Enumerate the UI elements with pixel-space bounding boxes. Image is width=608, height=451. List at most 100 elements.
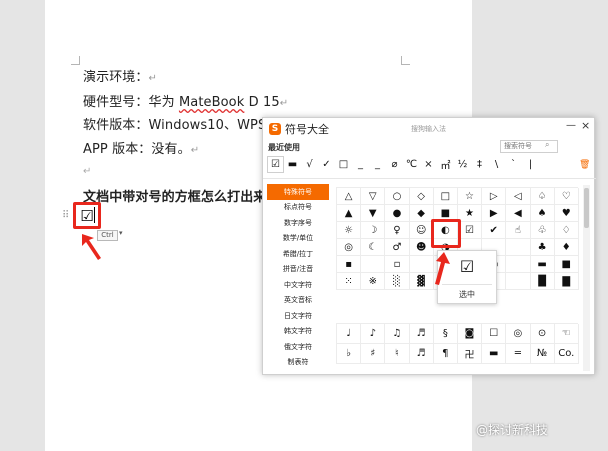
recent-symbol[interactable]: `	[505, 156, 522, 173]
recent-symbol[interactable]: \	[488, 156, 505, 173]
symbol-cell[interactable]: ☾	[361, 239, 386, 256]
symbol-cell[interactable]: □	[433, 188, 458, 205]
select-button[interactable]: 选中	[438, 289, 496, 300]
symbol-cell[interactable]: ♬	[409, 344, 434, 364]
symbol-cell[interactable]: ◀	[506, 205, 531, 222]
symbol-cell[interactable]: ♮	[385, 344, 410, 364]
symbol-cell[interactable]: ♭	[337, 344, 362, 364]
recent-symbol[interactable]: ☑	[267, 156, 284, 173]
close-button[interactable]: ×	[581, 119, 590, 132]
symbol-cell[interactable]: ♠	[530, 205, 555, 222]
category-item[interactable]: 制表符	[267, 355, 329, 371]
recent-symbol[interactable]: |	[522, 156, 539, 173]
symbol-cell[interactable]: △	[337, 188, 362, 205]
category-item[interactable]: 数学/单位	[267, 231, 329, 247]
symbol-cell[interactable]: █	[530, 273, 555, 290]
drag-handle-icon[interactable]: ⠿	[62, 210, 69, 221]
symbol-cell[interactable]: ☆	[457, 188, 483, 205]
category-item[interactable]: 希腊/拉丁	[267, 246, 329, 262]
symbol-cell[interactable]: ▇	[554, 273, 579, 290]
symbol-cell[interactable]: ═	[506, 344, 531, 364]
recent-symbol[interactable]: √	[301, 156, 318, 173]
recent-symbol[interactable]: ℃	[403, 156, 420, 173]
symbol-cell[interactable]: ♪	[361, 324, 386, 344]
symbol-cell[interactable]: ▽	[361, 188, 386, 205]
symbol-cell[interactable]: ♡	[554, 188, 579, 205]
symbol-cell[interactable]: ○	[385, 188, 410, 205]
symbol-cell[interactable]: ☐	[482, 324, 507, 344]
symbol-cell[interactable]: ▬	[530, 256, 555, 273]
symbol-cell[interactable]: ⊙	[530, 324, 555, 344]
recent-symbol[interactable]: ㎡	[437, 156, 454, 173]
symbol-cell[interactable]: 卍	[457, 344, 483, 364]
symbol-cell[interactable]: ♦	[554, 239, 579, 256]
symbol-cell[interactable]: ◇	[409, 188, 434, 205]
minimize-button[interactable]: —	[566, 120, 576, 131]
symbol-cell[interactable]: ▪	[337, 256, 362, 273]
symbol-cell[interactable]: ♣	[530, 239, 555, 256]
recent-symbol[interactable]: ⌀	[386, 156, 403, 173]
search-icon[interactable]: ⌕	[545, 140, 549, 150]
symbol-cell[interactable]: ⁙	[337, 273, 362, 290]
category-item[interactable]: 俄文字符	[267, 339, 329, 355]
symbol-cell[interactable]	[506, 239, 531, 256]
trash-icon[interactable]: 🗑	[579, 160, 590, 170]
symbol-cell[interactable]: ★	[457, 205, 483, 222]
symbol-cell[interactable]: ♀	[385, 222, 410, 239]
symbol-cell[interactable]: ░	[385, 273, 410, 290]
symbol-cell[interactable]: ♤	[530, 188, 555, 205]
symbol-cell[interactable]: ♯	[361, 344, 386, 364]
symbol-cell[interactable]: ◎	[337, 239, 362, 256]
symbol-cell[interactable]: ▷	[482, 188, 507, 205]
chevron-down-icon[interactable]: ▾	[119, 229, 123, 237]
recent-symbol[interactable]: ×	[420, 156, 437, 173]
symbol-cell[interactable]: ●	[385, 205, 410, 222]
symbol-cell[interactable]	[506, 273, 531, 290]
recent-symbol[interactable]: ‡	[471, 156, 488, 173]
category-item[interactable]: 英文音标	[267, 293, 329, 309]
scrollbar-thumb[interactable]	[584, 188, 589, 228]
recent-symbol[interactable]: □	[335, 156, 352, 173]
category-item[interactable]: 日文字符	[267, 308, 329, 324]
symbol-cell[interactable]	[361, 256, 386, 273]
symbol-cell[interactable]: ♧	[530, 222, 555, 239]
symbol-cell[interactable]: §	[433, 324, 458, 344]
symbol-cell[interactable]: ☼	[337, 222, 362, 239]
symbol-cell[interactable]: ▼	[361, 205, 386, 222]
symbol-cell[interactable]: ¶	[433, 344, 458, 364]
recent-symbol[interactable]: ✓	[318, 156, 335, 173]
category-item[interactable]: 中文字符	[267, 277, 329, 293]
symbol-cell[interactable]: ♩	[337, 324, 362, 344]
checked-box-symbol[interactable]: ☑	[80, 207, 93, 225]
symbol-cell[interactable]: ♂	[385, 239, 410, 256]
symbol-cell[interactable]: Co.	[554, 344, 579, 364]
symbol-cell[interactable]: ▫	[385, 256, 410, 273]
symbol-cell[interactable]: ♥	[554, 205, 579, 222]
symbol-cell[interactable]: ▬	[482, 344, 507, 364]
category-item[interactable]: 韩文字符	[267, 324, 329, 340]
symbol-cell[interactable]: ◎	[506, 324, 531, 344]
symbol-cell[interactable]: ▲	[337, 205, 362, 222]
symbol-cell[interactable]: ☜	[554, 324, 579, 344]
category-item[interactable]: 拼音/注音	[267, 262, 329, 278]
category-item[interactable]: 标点符号	[267, 200, 329, 216]
recent-symbol[interactable]: ½	[454, 156, 471, 173]
symbol-cell[interactable]: ☽	[361, 222, 386, 239]
symbol-cell[interactable]: ■	[554, 256, 579, 273]
category-item[interactable]: 数字序号	[267, 215, 329, 231]
symbol-cell[interactable]: ♫	[385, 324, 410, 344]
symbol-cell[interactable]: ☝	[506, 222, 531, 239]
symbol-cell[interactable]: ◁	[506, 188, 531, 205]
symbol-cell[interactable]: ◙	[457, 324, 483, 344]
recent-symbol[interactable]: ▬	[284, 156, 301, 173]
symbol-cell[interactable]: ▶	[482, 205, 507, 222]
symbol-cell[interactable]: №	[530, 344, 555, 364]
category-item[interactable]: 特殊符号	[267, 184, 329, 200]
symbol-cell[interactable]: ※	[361, 273, 386, 290]
recent-symbol[interactable]: _	[369, 156, 386, 173]
symbol-cell[interactable]: ☑	[457, 222, 483, 239]
symbol-cell[interactable]: ✔	[482, 222, 507, 239]
recent-symbol[interactable]: _	[352, 156, 369, 173]
symbol-cell[interactable]	[506, 256, 531, 273]
symbol-cell[interactable]: ♢	[554, 222, 579, 239]
